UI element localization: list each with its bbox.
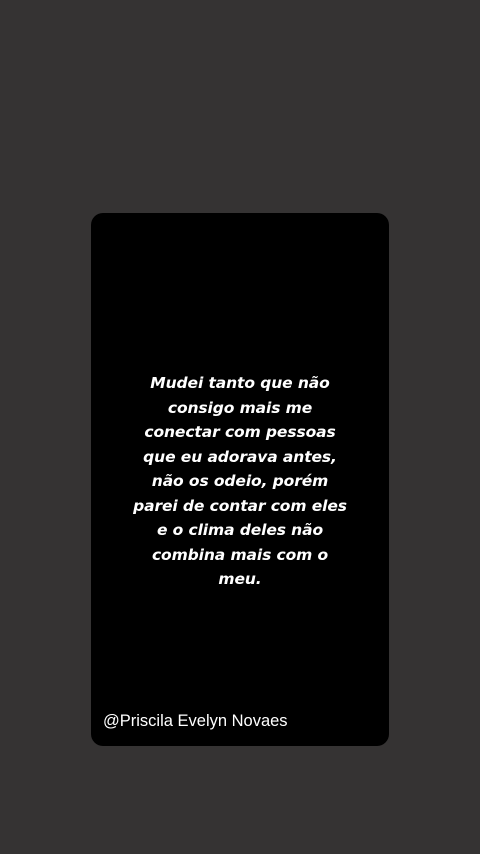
author-credit: @Priscila Evelyn Novaes [103, 712, 288, 730]
story-card: Mudei tanto que não consigo mais me cone… [91, 213, 389, 746]
quote-text: Mudei tanto que não consigo mais me cone… [133, 374, 347, 588]
